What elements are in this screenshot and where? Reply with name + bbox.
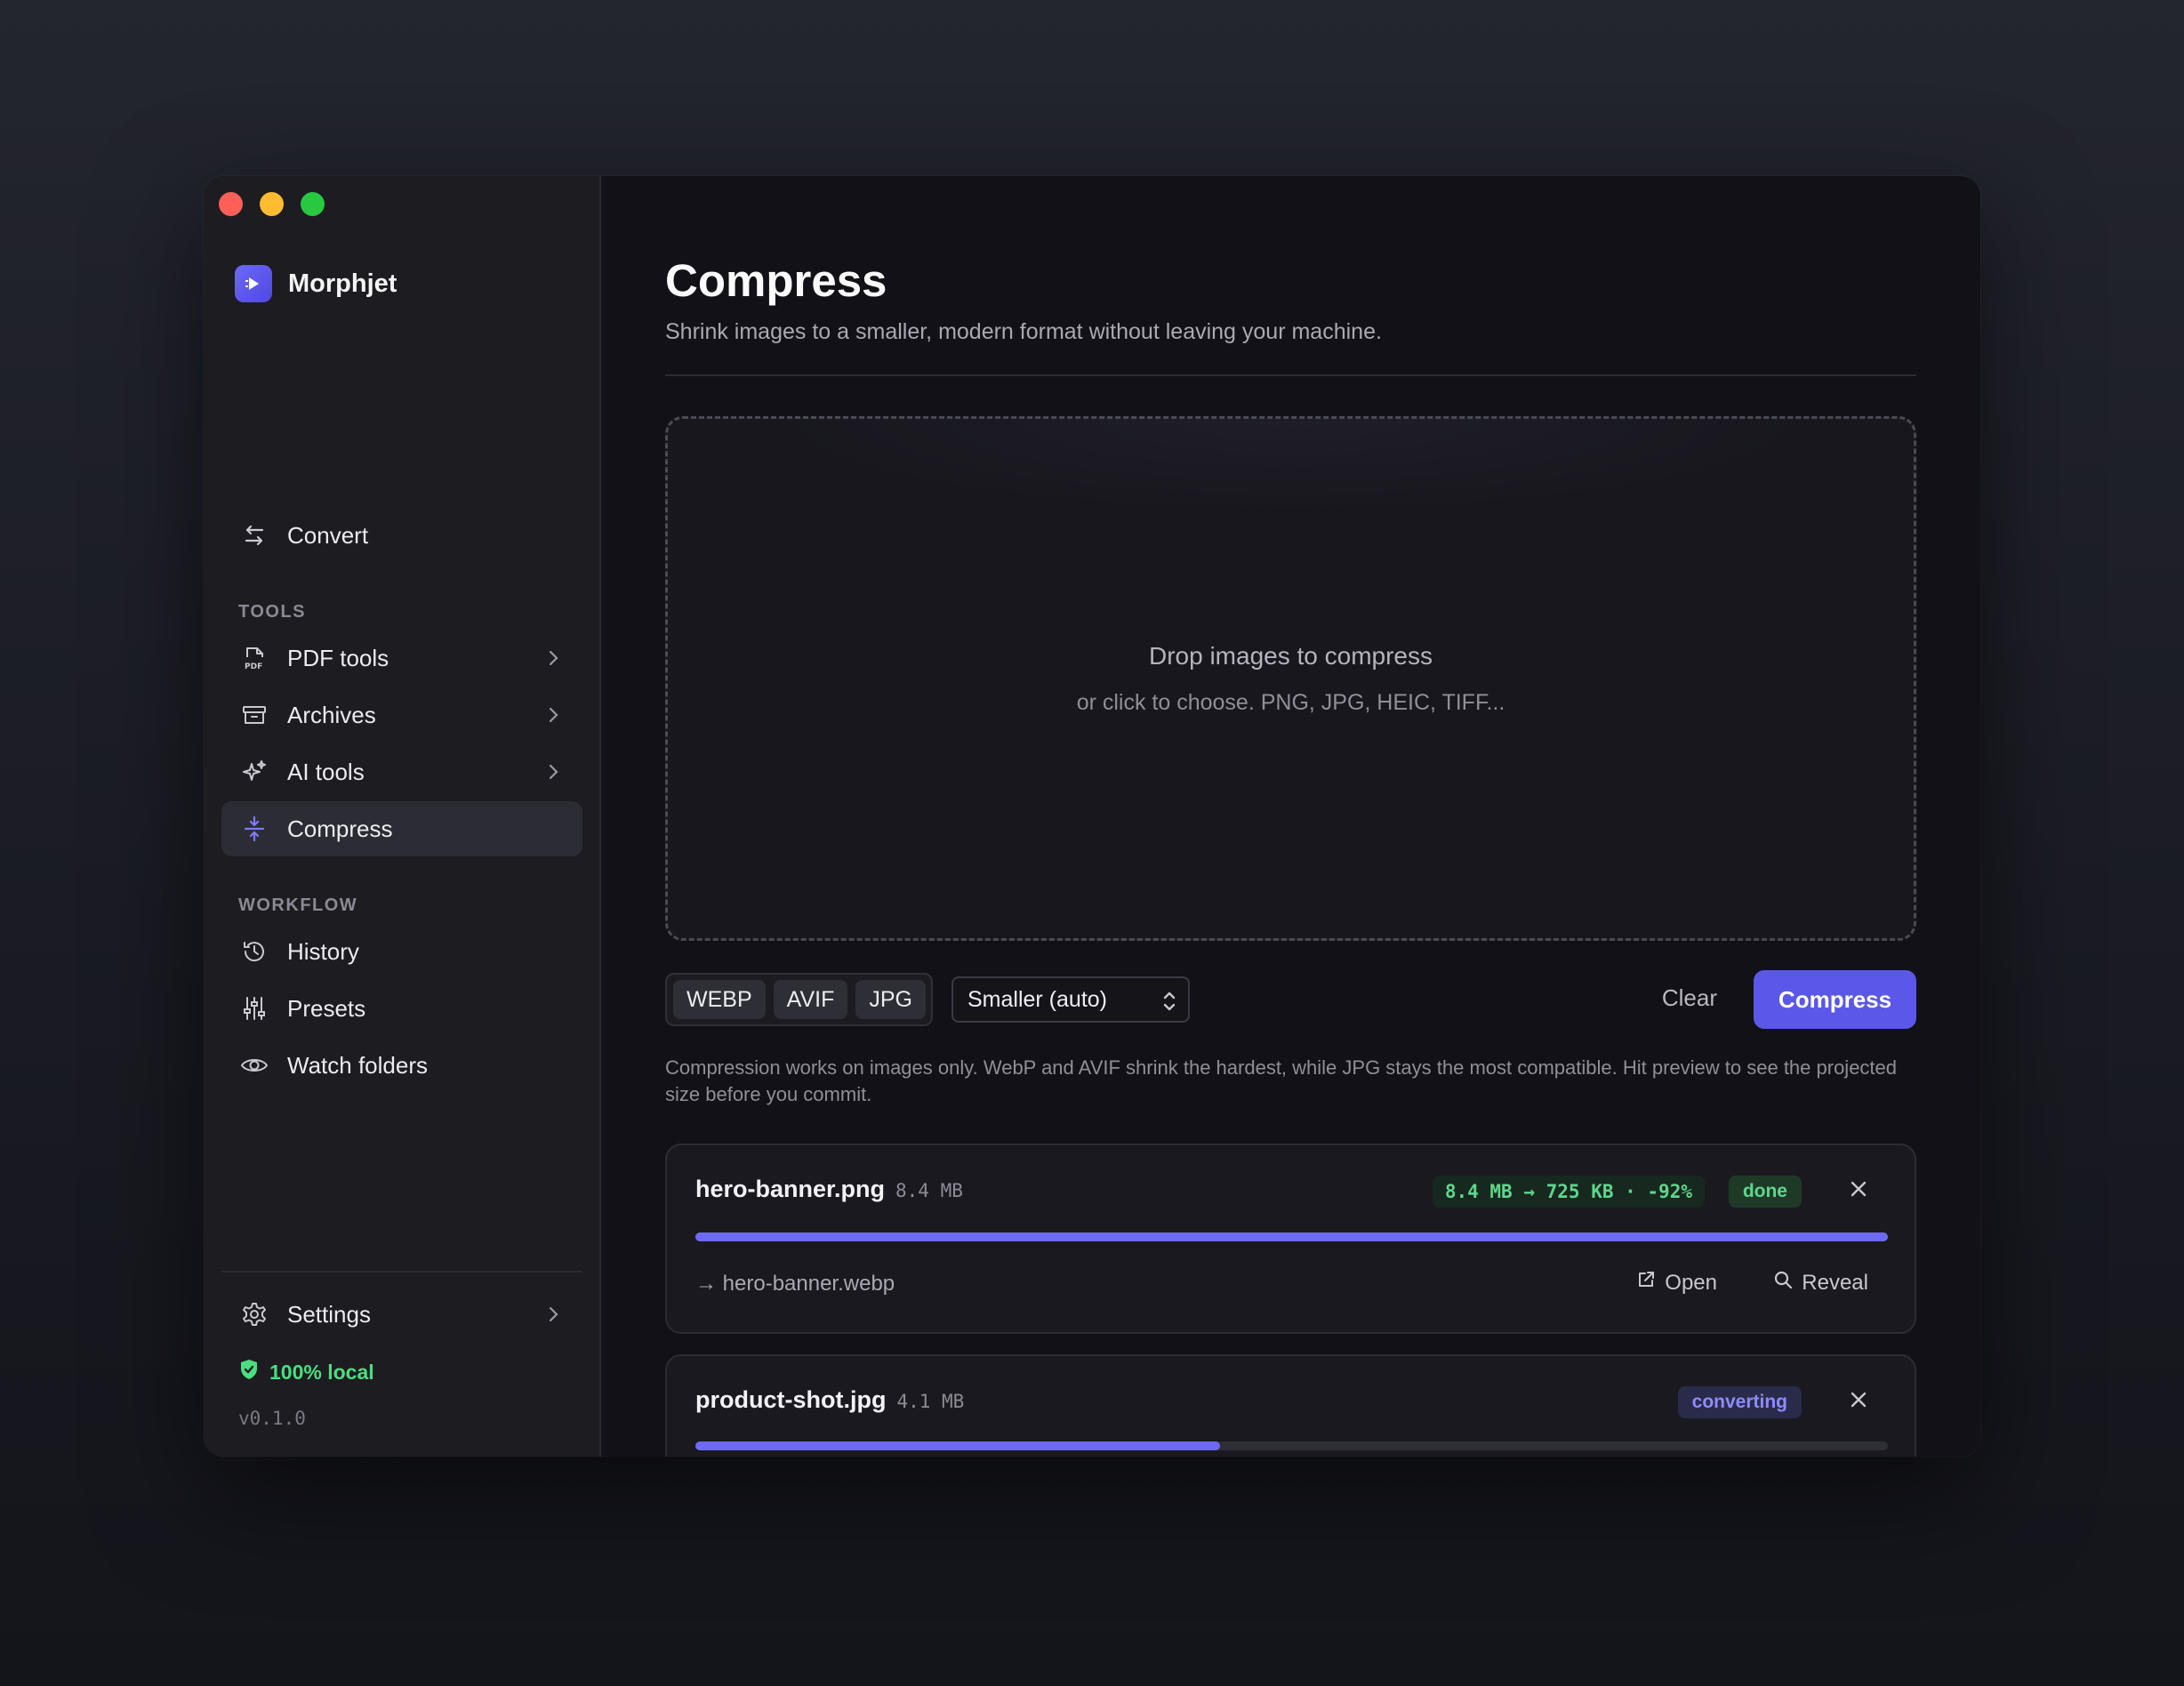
compress-button[interactable]: Compress [1754, 970, 1916, 1029]
chevron-right-icon [543, 1304, 563, 1331]
compress-toolbar: WEBP AVIF JPG Smaller (auto) Clear Compr… [665, 970, 1916, 1029]
main-content: Compress Shrink images to a smaller, mod… [601, 176, 1980, 1457]
help-text: Compression works on images only. WebP a… [665, 1056, 1898, 1105]
page-subtitle: Shrink images to a smaller, modern forma… [665, 319, 1382, 344]
format-chip-webp[interactable]: WEBP [673, 980, 766, 1019]
section-label-tools: TOOLS [238, 602, 307, 622]
file-name-row: hero-banner.png 8.4 MB [695, 1176, 963, 1203]
sidebar-item-label: Presets [287, 994, 366, 1022]
progress-bar [695, 1232, 1888, 1241]
file-name: hero-banner.png [695, 1176, 886, 1202]
chevron-right-icon [543, 704, 563, 732]
status-badge: converting [1677, 1386, 1802, 1418]
sidebar: Morphjet Convert TOOLS PDF PDF tools Arc… [204, 176, 601, 1457]
maximize-window-button[interactable] [301, 192, 325, 216]
local-status: 100% local [239, 1359, 374, 1385]
sidebar-item-watch-folders[interactable]: Watch folders [221, 1038, 582, 1093]
output-file-name: → hero-banner.webp [695, 1272, 895, 1296]
history-icon [239, 936, 269, 967]
sidebar-item-label: Watch folders [287, 1051, 428, 1079]
sidebar-item-history[interactable]: History [221, 924, 582, 979]
sidebar-item-presets[interactable]: Presets [221, 981, 582, 1036]
sidebar-item-label: AI tools [287, 758, 365, 785]
sidebar-item-label: Settings [287, 1300, 371, 1328]
file-card: hero-banner.png 8.4 MB 8.4 MB → 725 KB · … [665, 1144, 1916, 1334]
sidebar-item-ai-tools[interactable]: AI tools [221, 744, 582, 799]
sidebar-item-label: Archives [287, 701, 376, 728]
format-chip-jpg[interactable]: JPG [855, 980, 926, 1019]
progress-bar [695, 1441, 1888, 1450]
quality-select[interactable]: Smaller (auto) [951, 976, 1190, 1023]
close-window-button[interactable] [219, 192, 243, 216]
brand: Morphjet [235, 265, 397, 302]
sliders-icon [239, 993, 269, 1024]
reveal-button-label: Reveal [1802, 1270, 1868, 1295]
sidebar-item-label: PDF tools [287, 644, 389, 671]
chevron-up-down-icon [1161, 989, 1177, 1020]
format-selector: WEBP AVIF JPG [665, 973, 933, 1026]
open-button[interactable]: Open [1636, 1270, 1717, 1296]
progress-fill [695, 1232, 1888, 1241]
file-size: 8.4 MB [895, 1180, 963, 1201]
dropzone-title: Drop images to compress [1148, 641, 1433, 670]
sidebar-item-pdf-tools[interactable]: PDF PDF tools [221, 630, 582, 686]
open-button-label: Open [1665, 1270, 1717, 1295]
reveal-button[interactable]: Reveal [1773, 1270, 1868, 1296]
quality-select-value: Smaller (auto) [968, 986, 1107, 1012]
dropzone-subtitle: or click to choose. PNG, JPG, HEIC, TIFF… [1076, 689, 1506, 715]
file-size: 4.1 MB [896, 1391, 965, 1412]
file-card: product-shot.jpg 4.1 MB converting [665, 1354, 1916, 1457]
remove-file-button[interactable] [1849, 1179, 1868, 1203]
arrows-swap-icon [239, 520, 269, 550]
search-icon [1773, 1270, 1793, 1296]
header-divider [665, 374, 1916, 376]
clear-button[interactable]: Clear [1662, 984, 1717, 1012]
sidebar-item-label: History [287, 937, 359, 965]
svg-text:PDF: PDF [245, 662, 262, 671]
gear-icon [239, 1299, 269, 1329]
sparkle-icon [239, 757, 269, 787]
compression-stat-badge: 8.4 MB → 725 KB · -92% [1432, 1176, 1705, 1208]
morphjet-logo-icon [235, 265, 272, 302]
shield-check-icon [239, 1359, 259, 1385]
local-status-label: 100% local [269, 1360, 374, 1384]
chevron-right-icon [543, 761, 563, 789]
app-window: Morphjet Convert TOOLS PDF PDF tools Arc… [204, 176, 1980, 1457]
archive-box-icon [239, 700, 269, 730]
progress-fill [695, 1441, 1221, 1450]
file-name-row: product-shot.jpg 4.1 MB [695, 1386, 964, 1414]
pdf-file-icon: PDF [239, 643, 269, 673]
format-chip-avif[interactable]: AVIF [773, 980, 848, 1019]
external-link-icon [1636, 1270, 1656, 1296]
sidebar-item-label: Convert [287, 521, 369, 549]
minimize-window-button[interactable] [260, 192, 284, 216]
status-badge: done [1728, 1176, 1802, 1208]
section-label-workflow: WORKFLOW [238, 895, 358, 915]
app-name: Morphjet [288, 269, 397, 298]
sidebar-divider [221, 1271, 582, 1273]
sidebar-item-archives[interactable]: Archives [221, 687, 582, 743]
sidebar-item-convert[interactable]: Convert [221, 508, 582, 563]
sidebar-item-settings[interactable]: Settings [221, 1287, 582, 1342]
compress-icon [239, 814, 269, 844]
eye-icon [239, 1050, 269, 1080]
chevron-right-icon [543, 647, 563, 675]
window-controls [219, 192, 325, 216]
sidebar-item-compress[interactable]: Compress [221, 801, 582, 856]
dropzone[interactable]: Drop images to compress or click to choo… [665, 416, 1916, 941]
file-name: product-shot.jpg [695, 1386, 887, 1413]
page-title: Compress [665, 255, 887, 306]
app-version: v0.1.0 [238, 1408, 306, 1429]
remove-file-button[interactable] [1849, 1390, 1868, 1414]
sidebar-item-label: Compress [287, 815, 393, 842]
